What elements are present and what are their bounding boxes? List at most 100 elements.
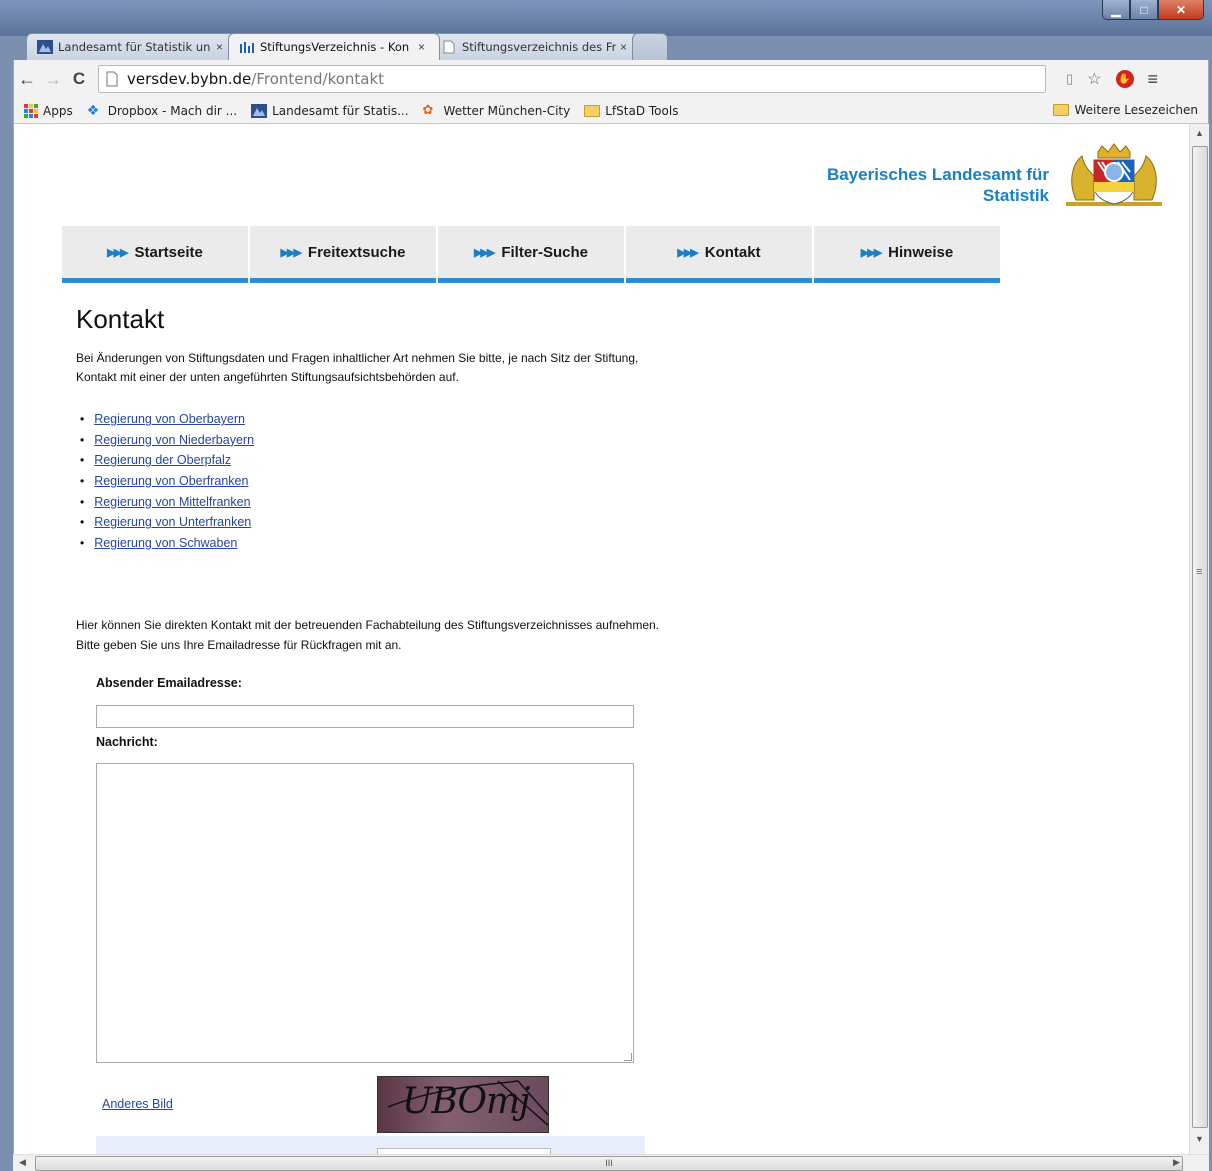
toolbar-actions: ▯ ☆ ✋ ≡	[1066, 69, 1158, 90]
scroll-left-icon[interactable]: ◀	[19, 1157, 26, 1168]
other-bookmarks-label: Weitere Lesezeichen	[1074, 103, 1198, 117]
list-item: Regierung von Oberbayern	[80, 409, 254, 430]
other-image-link[interactable]: Anderes Bild	[102, 1097, 173, 1111]
link-niederbayern[interactable]: Regierung von Niederbayern	[94, 433, 254, 447]
bookmark-lfstad-tools[interactable]: LfStaD Tools	[584, 104, 678, 118]
close-window-button[interactable]: ✕	[1158, 0, 1204, 20]
list-item: Regierung von Mittelfranken	[80, 491, 254, 512]
captcha-image: UBOmj	[377, 1076, 549, 1133]
bavarian-coat-of-arms-icon	[1066, 143, 1162, 206]
address-bar[interactable]: versdev.bybn.de/Frontend/kontakt	[98, 65, 1046, 93]
tab-close-icon[interactable]: ×	[216, 40, 223, 54]
bookmark-label: Wetter München-City	[443, 103, 571, 118]
list-item: Regierung von Niederbayern	[80, 430, 254, 451]
nav-startseite[interactable]: ▶▶▶ Startseite	[62, 226, 248, 283]
scroll-right-icon[interactable]: ▶	[1173, 1157, 1180, 1168]
weather-icon: ✿	[422, 102, 434, 118]
back-arrow-icon[interactable]: ←	[14, 69, 40, 90]
triple-arrow-icon: ▶▶▶	[677, 246, 698, 259]
page-viewport: Bayerisches Landesamt für Statistik ▶▶▶ S…	[13, 124, 1189, 1154]
lfstat-icon	[251, 103, 268, 118]
vertical-scroll-thumb[interactable]	[1192, 146, 1208, 1128]
horizontal-scrollbar[interactable]: ◀ III ▶	[13, 1154, 1209, 1171]
link-oberpfalz[interactable]: Regierung der Oberpfalz	[94, 453, 231, 467]
reload-icon[interactable]: C	[66, 69, 92, 89]
email-label: Absender Emailadresse:	[96, 676, 242, 690]
contact-text: Hier können Sie direkten Kontakt mit der…	[76, 615, 836, 655]
tab-close-icon[interactable]: ×	[620, 40, 627, 54]
lfstat-favicon-icon	[37, 40, 53, 54]
window-controls: ▁ □ ✕	[1102, 0, 1204, 20]
link-unterfranken[interactable]: Regierung von Unterfranken	[94, 515, 251, 529]
tab-landesamt[interactable]: Landesamt für Statistik un ×	[26, 33, 238, 60]
authority-links: Regierung von Oberbayern Regierung von N…	[80, 409, 254, 553]
lfstat-bars-favicon-icon	[240, 42, 254, 53]
scroll-grip-icon: ≡	[1196, 566, 1203, 578]
scroll-grip-icon: III	[605, 1158, 613, 1168]
maximize-button[interactable]: □	[1130, 0, 1158, 20]
tab-stiftungsverzeichnis-freistaat[interactable]: Stiftungsverzeichnis des Fr ×	[430, 33, 642, 60]
tab-stiftungsverzeichnis[interactable]: StiftungsVerzeichnis - Kon ×	[228, 33, 440, 60]
intro-text: Bei Änderungen von Stiftungsdaten und Fr…	[76, 349, 776, 387]
message-textarea[interactable]	[96, 763, 634, 1063]
link-oberbayern[interactable]: Regierung von Oberbayern	[94, 412, 245, 426]
message-label: Nachricht:	[96, 735, 158, 749]
captcha-text: UBOmj	[402, 1081, 530, 1122]
intro-line: Kontakt mit einer der unten angeführten …	[76, 370, 459, 384]
horizontal-scroll-thumb[interactable]: III	[35, 1156, 1183, 1171]
intro-line: Bei Änderungen von Stiftungsdaten und Fr…	[76, 351, 639, 365]
bookmark-label: Landesamt für Statis...	[272, 103, 409, 118]
triple-arrow-icon: ▶▶▶	[860, 246, 882, 259]
bookmark-label: Dropbox - Mach dir ...	[107, 103, 238, 118]
url-host: versdev.bybn.de	[127, 70, 252, 88]
link-schwaben[interactable]: Regierung von Schwaben	[94, 536, 237, 550]
nav-hinweise[interactable]: ▶▶▶ Hinweise	[814, 226, 1000, 283]
link-oberfranken[interactable]: Regierung von Oberfranken	[94, 474, 248, 488]
bookmark-landesamt[interactable]: Landesamt für Statis...	[251, 103, 409, 118]
star-icon[interactable]: ☆	[1087, 69, 1101, 89]
nav-kontakt[interactable]: ▶▶▶ Kontakt	[626, 226, 812, 283]
dropbox-icon: ❖	[86, 102, 100, 119]
other-bookmarks[interactable]: Weitere Lesezeichen	[1053, 103, 1198, 117]
email-field[interactable]	[96, 705, 634, 728]
resize-handle-icon[interactable]	[624, 1053, 632, 1061]
nav-label: Hinweise	[888, 243, 954, 261]
extension-icon[interactable]: ▯	[1066, 71, 1073, 87]
tab-title: StiftungsVerzeichnis - Kon	[260, 40, 410, 54]
contact-line: Hier können Sie direkten Kontakt mit der…	[76, 618, 660, 632]
nav-filter-suche[interactable]: ▶▶▶ Filter-Suche	[438, 226, 624, 283]
scroll-down-icon[interactable]: ▼	[1195, 1134, 1204, 1144]
org-name-line1: Bayerisches Landesamt für	[826, 165, 1049, 184]
forward-arrow-icon[interactable]: →	[40, 69, 66, 90]
nav-label: Kontakt	[704, 243, 761, 261]
list-item: Regierung von Oberfranken	[80, 471, 254, 492]
apps-icon	[24, 103, 38, 118]
bookmark-label: LfStaD Tools	[605, 103, 679, 118]
nav-label: Startseite	[134, 243, 203, 261]
adblock-icon[interactable]: ✋	[1115, 70, 1134, 88]
link-mittelfranken[interactable]: Regierung von Mittelfranken	[94, 495, 250, 509]
bookmarks-bar: Apps ❖ Dropbox - Mach dir ... Landesamt …	[13, 98, 1209, 124]
triple-arrow-icon: ▶▶▶	[280, 246, 302, 259]
triple-arrow-icon: ▶▶▶	[107, 246, 128, 259]
scroll-up-icon[interactable]: ▲	[1195, 128, 1204, 138]
tab-strip: Landesamt für Statistik un × StiftungsVe…	[26, 33, 668, 60]
bookmark-apps[interactable]: Apps	[24, 103, 73, 118]
triple-arrow-icon: ▶▶▶	[473, 246, 495, 259]
bookmark-wetter[interactable]: ✿ Wetter München-City	[422, 102, 571, 118]
folder-icon	[584, 104, 601, 117]
menu-icon[interactable]: ≡	[1148, 69, 1159, 90]
tab-close-icon[interactable]: ×	[418, 40, 425, 54]
vertical-scrollbar[interactable]: ▲ ≡ ▼	[1189, 124, 1209, 1154]
browser-window: ▁ □ ✕ Landesamt für Statistik un × Stift…	[0, 0, 1212, 1171]
title-bar: ▁ □ ✕	[0, 0, 1212, 36]
bookmark-label: Apps	[43, 103, 73, 118]
tab-title: Landesamt für Statistik un	[58, 40, 211, 54]
new-tab-button[interactable]	[632, 33, 668, 60]
minimize-button[interactable]: ▁	[1102, 0, 1130, 20]
nav-freitextsuche[interactable]: ▶▶▶ Freitextsuche	[250, 226, 436, 283]
bookmark-dropbox[interactable]: ❖ Dropbox - Mach dir ...	[87, 104, 237, 118]
url-path: /Frontend/kontakt	[251, 70, 385, 88]
nav-label: Freitextsuche	[307, 243, 406, 261]
nav-label: Filter-Suche	[501, 243, 589, 261]
